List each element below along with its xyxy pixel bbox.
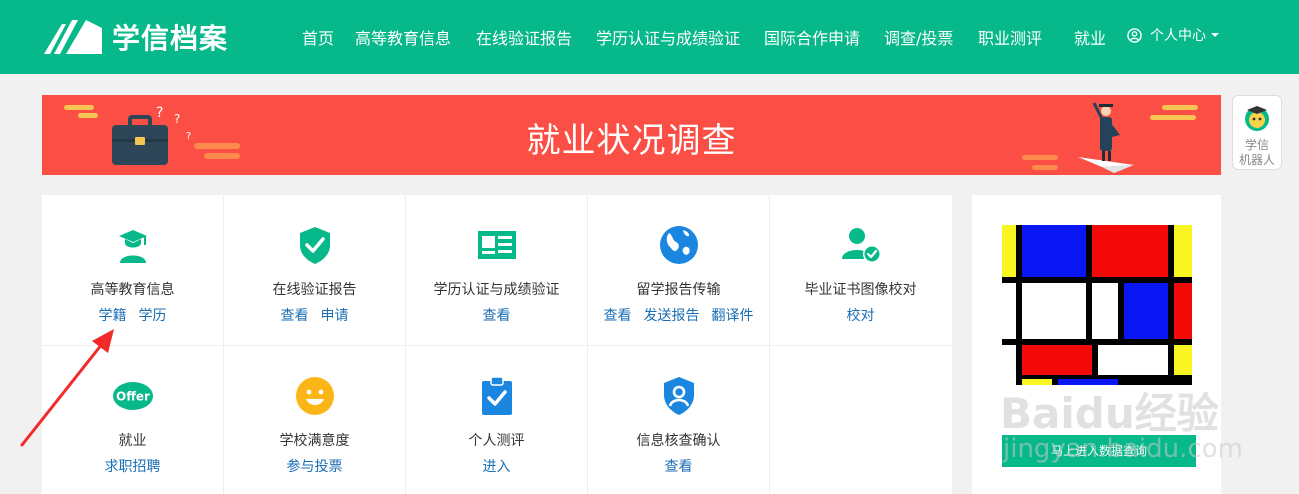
- site-logo[interactable]: 学信档案: [42, 17, 228, 57]
- globe-icon: [660, 226, 698, 264]
- logo-text: 学信档案: [112, 22, 229, 55]
- link-translation[interactable]: 翻译件: [712, 308, 754, 324]
- service-personal-assessment: 个人测评 进入: [406, 346, 588, 494]
- service-links: 进入: [406, 456, 587, 476]
- link-job-search[interactable]: 求职招聘: [105, 459, 161, 475]
- robot-label-line1: 学信: [1244, 138, 1269, 152]
- link-view[interactable]: 查看: [281, 308, 309, 324]
- user-circle-icon: [1127, 27, 1142, 43]
- nav-international[interactable]: 国际合作申请: [764, 25, 860, 49]
- link-proofread[interactable]: 校对: [847, 308, 875, 324]
- nav-employment[interactable]: 就业: [1074, 25, 1106, 49]
- mondrian-poster-icon: [1002, 225, 1192, 385]
- user-center-label: 个人中心: [1150, 28, 1206, 44]
- nav-higher-education[interactable]: 高等教育信息: [355, 25, 451, 49]
- service-certificate-image-check: 毕业证书图像校对 校对: [770, 195, 952, 346]
- link-student-status[interactable]: 学籍: [99, 308, 127, 324]
- service-study-abroad-report: 留学报告传输 查看 发送报告 翻译件: [588, 195, 770, 346]
- smile-icon: [296, 377, 334, 415]
- service-higher-education: 高等教育信息 学籍 学历: [42, 195, 224, 346]
- user-center-menu[interactable]: 个人中心: [1127, 25, 1219, 45]
- service-empty-cell: [770, 346, 952, 494]
- link-degree[interactable]: 学历: [139, 308, 167, 324]
- graduate-icon: [119, 230, 147, 263]
- link-enter[interactable]: 进入: [483, 459, 511, 475]
- robot-icon: [1245, 106, 1269, 131]
- service-links: 查看: [406, 305, 587, 325]
- service-school-satisfaction: 学校满意度 参与投票: [224, 346, 406, 494]
- data-query-ad[interactable]: 马上进入数据查询: [972, 195, 1221, 494]
- data-query-button[interactable]: 马上进入数据查询: [1002, 435, 1196, 467]
- service-online-report: 在线验证报告 查看 申请: [224, 195, 406, 346]
- banner-title: 就业状况调查: [526, 121, 737, 161]
- service-title: 信息核查确认: [636, 433, 721, 449]
- link-view[interactable]: 查看: [483, 308, 511, 324]
- robot-label-line2: 机器人: [1238, 153, 1275, 167]
- shield-check-icon: [300, 227, 330, 264]
- service-title: 学校满意度: [279, 433, 350, 449]
- service-links: 参与投票: [224, 456, 405, 476]
- link-view[interactable]: 查看: [665, 459, 693, 475]
- link-vote[interactable]: 参与投票: [287, 459, 343, 475]
- survey-banner[interactable]: ? ? ? 就业状况调查: [42, 95, 1221, 175]
- service-links: 学籍 学历: [42, 305, 223, 325]
- nav-survey-vote[interactable]: 调查/投票: [884, 25, 953, 49]
- service-degree-certification: 学历认证与成绩验证 查看: [406, 195, 588, 346]
- nav-career-assessment[interactable]: 职业测评: [978, 25, 1042, 49]
- service-title: 学历认证与成绩验证: [433, 282, 560, 298]
- service-links: 查看 申请: [224, 305, 405, 325]
- nav-degree-certification[interactable]: 学历认证与成绩验证: [596, 25, 740, 49]
- service-links: 校对: [770, 305, 951, 325]
- nav-home[interactable]: 首页: [302, 25, 334, 49]
- service-links: 求职招聘: [42, 456, 223, 476]
- annotation-arrow-icon: [20, 329, 114, 447]
- service-links: 查看: [588, 456, 769, 476]
- xuexin-robot-button[interactable]: 学信 机器人: [1232, 95, 1282, 170]
- top-header: 学信档案 首页 高等教育信息 在线验证报告 学历认证与成绩验证 国际合作申请 调…: [0, 0, 1299, 74]
- user-check-icon: [842, 228, 881, 263]
- nav-online-report[interactable]: 在线验证报告: [476, 25, 572, 49]
- chevron-down-icon: [1211, 33, 1219, 37]
- service-grid: 高等教育信息 学籍 学历 在线验证报告 查看 申请 学历认证与成绩验证 查看 留…: [42, 195, 952, 494]
- service-links: 查看 发送报告 翻译件: [588, 305, 769, 325]
- service-title: 毕业证书图像校对: [804, 282, 917, 298]
- service-title: 高等教育信息: [90, 282, 175, 298]
- user-shield-icon: [664, 377, 694, 415]
- clipboard-check-icon: [482, 376, 512, 415]
- link-view[interactable]: 查看: [604, 308, 632, 324]
- service-title: 个人测评: [468, 433, 525, 449]
- logo-icon: [44, 20, 102, 54]
- link-send-report[interactable]: 发送报告: [644, 308, 700, 324]
- service-title: 留学报告传输: [636, 282, 721, 298]
- service-info-verification: 信息核查确认 查看: [588, 346, 770, 494]
- service-title: 在线验证报告: [272, 282, 357, 298]
- id-card-icon: [478, 231, 516, 259]
- link-apply[interactable]: 申请: [321, 308, 349, 324]
